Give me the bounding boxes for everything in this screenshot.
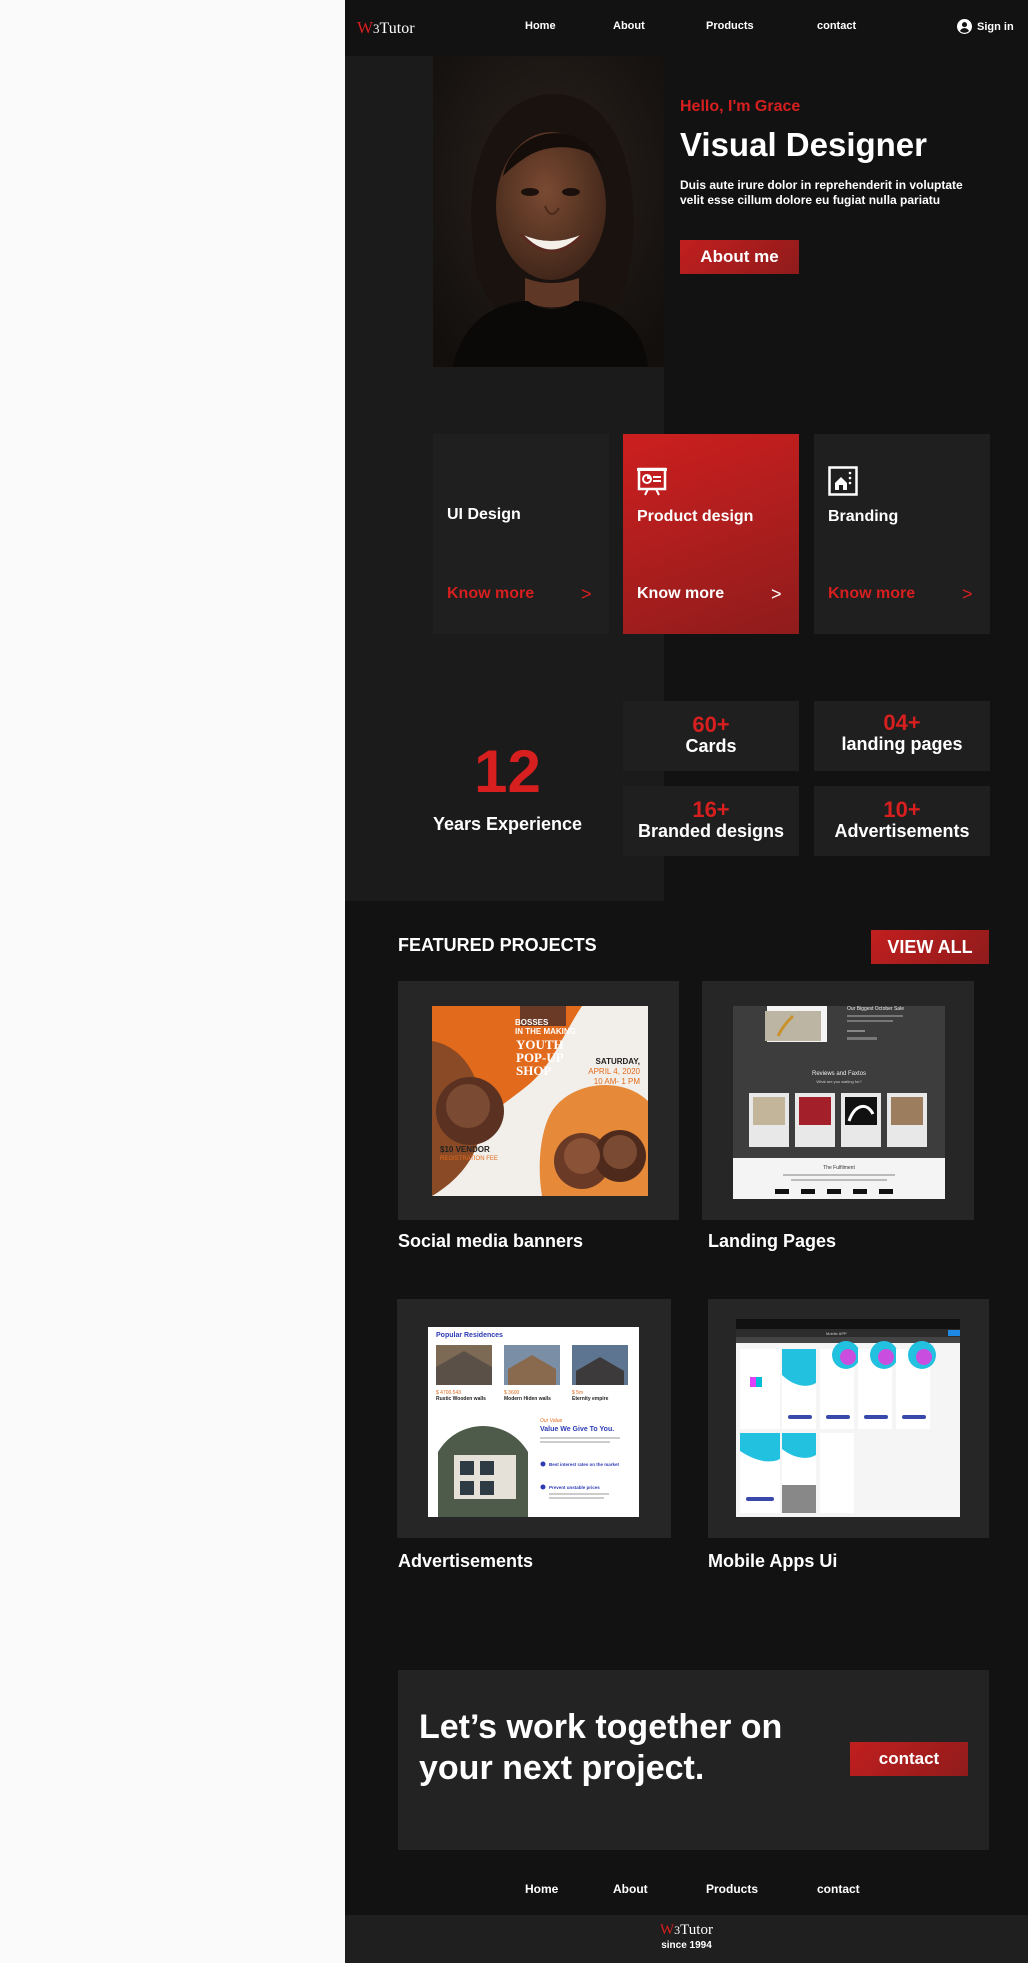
about-me-button[interactable]: About me — [680, 240, 799, 274]
banner-artwork: BOSSES IN THE MAKING YOUTH POP-UP SHOP S… — [432, 1006, 648, 1196]
app-screen-splash — [740, 1349, 780, 1429]
project-thumb-mobile-apps[interactable]: Mobile APP — [708, 1299, 989, 1538]
user-icon — [957, 19, 972, 34]
contact-button[interactable]: contact — [850, 1742, 968, 1776]
svg-text:10 AM- 1 PM: 10 AM- 1 PM — [594, 1077, 641, 1086]
stat-label: Cards — [685, 736, 737, 756]
svg-text:$10 VENDOR: $10 VENDOR — [440, 1145, 490, 1154]
chevron-right-icon[interactable]: > — [771, 584, 782, 605]
svg-text:Rustic Wooden walls: Rustic Wooden walls — [436, 1396, 486, 1402]
service-card-branding[interactable]: Branding Know more > — [814, 434, 990, 634]
svg-text:Reviews and Faxtos: Reviews and Faxtos — [812, 1071, 866, 1077]
nav-about[interactable]: About — [613, 20, 645, 32]
stat-number: 60+ — [692, 712, 730, 737]
landing-page-artwork: Our Biggest October Sale Reviews and Fax… — [733, 1006, 945, 1199]
project-thumb-landing-pages[interactable]: Our Biggest October Sale Reviews and Fax… — [702, 981, 974, 1220]
service-title: Branding — [828, 508, 899, 525]
hero-description: Duis aute irure dolor in reprehenderit i… — [680, 178, 963, 207]
footer-about[interactable]: About — [613, 1882, 648, 1896]
know-more-link[interactable]: Know more — [828, 585, 915, 603]
featured-projects-heading: FEATURED PROJECTS — [398, 935, 597, 955]
svg-text:Best interest rates on the mar: Best interest rates on the market — [549, 1462, 620, 1467]
footer-contact[interactable]: contact — [817, 1882, 860, 1896]
svg-text:Our Value: Our Value — [540, 1418, 563, 1424]
cta-section: Let’s work together on your next project… — [398, 1670, 989, 1850]
svg-text:Our Biggest October Sale: Our Biggest October Sale — [847, 1006, 904, 1012]
svg-text:Popular Residences: Popular Residences — [436, 1332, 503, 1339]
svg-text:SHOP: SHOP — [516, 1063, 551, 1078]
svg-text:BOSSES: BOSSES — [515, 1018, 549, 1027]
home-frame-icon — [828, 466, 858, 496]
stat-card: 04+ landing pages — [814, 701, 990, 771]
hero-greeting: Hello, I'm Grace — [680, 98, 801, 115]
cta-heading: Let’s work together on your next project… — [419, 1708, 783, 1787]
portrait-photo — [433, 56, 664, 367]
logo[interactable]: W3Tutor — [357, 18, 415, 38]
svg-text:Modern Hiden walls: Modern Hiden walls — [504, 1396, 551, 1402]
know-more-link[interactable]: Know more — [637, 585, 724, 603]
project-caption[interactable]: Landing Pages — [708, 1231, 836, 1252]
hero-role: Visual Designer — [680, 126, 928, 163]
experience-label: Years Experience — [432, 814, 583, 834]
svg-text:REGISTRATION FEE: REGISTRATION FEE — [440, 1156, 498, 1162]
footer-home[interactable]: Home — [525, 1882, 558, 1896]
footer-logo[interactable]: W3Tutor — [345, 1922, 1028, 1938]
svg-text:Mobile APP: Mobile APP — [826, 1331, 847, 1336]
stat-label: Branded designs — [637, 821, 785, 841]
project-thumb-advertisements[interactable]: Popular Residences $ 4700.543 Rustic Woo… — [397, 1299, 671, 1538]
nav-home[interactable]: Home — [525, 20, 556, 32]
svg-text:Prevent unstable prices: Prevent unstable prices — [549, 1485, 600, 1490]
project-caption[interactable]: Social media banners — [398, 1231, 583, 1252]
svg-text:Eternity empire: Eternity empire — [572, 1396, 609, 1402]
page: W3Tutor Home About Products contact Sign… — [345, 0, 1028, 1963]
project-thumb-social-banners[interactable]: BOSSES IN THE MAKING YOUTH POP-UP SHOP S… — [398, 981, 679, 1220]
ad-artwork: Popular Residences $ 4700.543 Rustic Woo… — [428, 1327, 639, 1517]
nav-products[interactable]: Products — [706, 20, 754, 32]
service-title: UI Design — [447, 506, 521, 523]
stat-card: 16+ Branded designs — [623, 786, 799, 856]
project-caption[interactable]: Advertisements — [398, 1551, 533, 1572]
stat-card: 10+ Advertisements — [814, 786, 990, 856]
footer-since: since 1994 — [661, 1940, 712, 1951]
svg-text:What are you waiting for?: What are you waiting for? — [816, 1079, 862, 1084]
footer-products[interactable]: Products — [706, 1882, 758, 1896]
stat-label: landing pages — [841, 734, 963, 754]
svg-text:APRIL 4, 2020: APRIL 4, 2020 — [588, 1067, 640, 1076]
service-card-product-design[interactable]: Product design Know more > — [623, 434, 799, 634]
svg-text:IN THE MAKING: IN THE MAKING — [515, 1027, 576, 1036]
service-card-ui-design[interactable]: UI Design Know more > — [433, 434, 609, 634]
stat-label: Advertisements — [834, 821, 970, 841]
view-all-button[interactable]: VIEW ALL — [871, 930, 989, 964]
signin-button[interactable]: Sign in — [957, 19, 1014, 34]
stat-number: 04+ — [883, 710, 921, 735]
footer-bar: W3Tutor since 1994 — [345, 1915, 1028, 1963]
stat-card: 60+ Cards — [623, 701, 799, 771]
chevron-right-icon[interactable]: > — [962, 584, 973, 605]
svg-text:Value We Give To You.: Value We Give To You. — [540, 1426, 614, 1433]
svg-text:SATURDAY,: SATURDAY, — [596, 1057, 640, 1066]
mobile-app-artwork: Mobile APP — [736, 1319, 960, 1517]
stat-number: 10+ — [883, 797, 921, 822]
project-caption[interactable]: Mobile Apps Ui — [708, 1551, 837, 1572]
presentation-icon — [637, 467, 667, 496]
know-more-link[interactable]: Know more — [447, 585, 534, 603]
service-title: Product design — [637, 508, 754, 525]
stat-number: 16+ — [692, 797, 730, 822]
svg-text:The Fulfilment: The Fulfilment — [823, 1165, 855, 1171]
experience-number: 12 — [474, 738, 541, 805]
chevron-right-icon[interactable]: > — [581, 584, 592, 605]
nav-contact[interactable]: contact — [817, 20, 856, 32]
